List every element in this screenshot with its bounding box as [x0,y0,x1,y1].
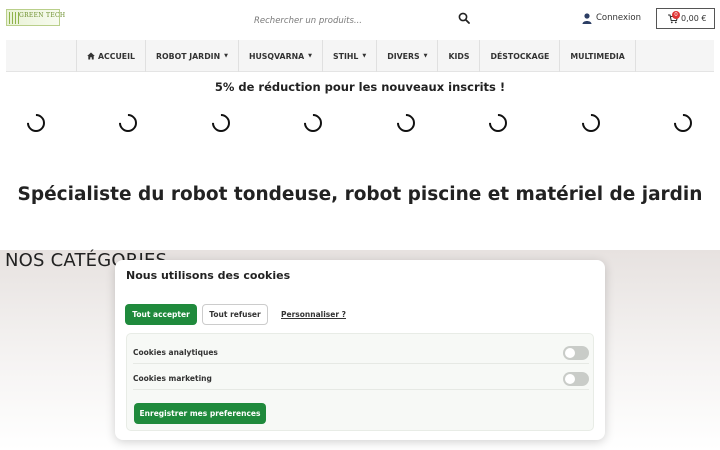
search-icon[interactable] [458,12,470,24]
caret-down-icon: ▼ [308,53,313,59]
refuse-all-button[interactable]: Tout refuser [202,304,268,325]
loading-spinner-icon [23,110,49,136]
cookie-option-label: Cookies marketing [133,374,212,383]
nav-item-robot-jardin[interactable]: ROBOT JARDIN ▼ [145,40,238,72]
nav-label: MULTIMEDIA [570,51,625,61]
caret-down-icon: ▼ [224,53,228,59]
cart-count-badge: 0 [672,11,680,19]
loading-spinner-icon [208,110,234,136]
user-icon [582,12,592,24]
cookie-option-marketing: Cookies marketing [133,368,589,390]
logo-text: GREEN TECH [19,12,66,19]
nav-item-accueil[interactable]: ACCUEIL [76,40,145,72]
search-input[interactable] [248,11,448,31]
loading-spinner-icon [670,110,696,136]
nav-item-multimedia[interactable]: MULTIMEDIA [559,40,636,72]
site-header: GREEN TECH Connexion 0 0,00 € [0,0,720,38]
nav-item-stihl[interactable]: STIHL ▼ [322,40,376,72]
accept-all-button[interactable]: Tout accepter [125,304,197,325]
nav-label: DIVERS [387,51,420,61]
caret-down-icon: ▼ [423,53,428,59]
nav-label: ACCUEIL [98,51,136,61]
loading-spinner-icon [485,110,511,136]
logo-forest-icon [9,12,19,24]
login-link[interactable]: Connexion [582,11,641,25]
brand-carousel [0,110,720,136]
loading-spinner-icon [578,110,604,136]
cookie-option-label: Cookies analytiques [133,348,218,357]
nav-item-divers[interactable]: DIVERS ▼ [376,40,437,72]
nav-label: DÉSTOCKAGE [490,51,550,61]
cookie-title: Nous utilisons des cookies [126,269,291,282]
cookie-consent-dialog: Nous utilisons des cookies Tout accepter… [115,260,605,440]
search-bar [248,8,474,31]
cookie-preferences-panel: Cookies analytiques Cookies marketing En… [126,333,594,431]
logo[interactable]: GREEN TECH [6,9,65,26]
page-headline: Spécialiste du robot tondeuse, robot pis… [17,184,703,205]
nav-item-husqvarna[interactable]: HUSQVARNA ▼ [237,40,322,72]
customize-link[interactable]: Personnaliser ? [281,310,346,319]
nav-label: ROBOT JARDIN [156,51,221,61]
analytics-toggle[interactable] [563,345,589,360]
loading-spinner-icon [393,110,419,136]
login-label: Connexion [596,13,641,23]
home-icon [87,52,95,60]
nav-item-destockage[interactable]: DÉSTOCKAGE [479,40,559,72]
nav-item-kids[interactable]: KIDS [437,40,479,72]
nav-label: KIDS [448,51,470,61]
marketing-toggle[interactable] [563,371,589,386]
nav-label: HUSQVARNA [248,51,305,61]
promo-banner: 5% de réduction pour les nouveaux inscri… [214,80,506,94]
loading-spinner-icon [300,110,326,136]
caret-down-icon: ▼ [362,53,367,59]
cookie-option-analytics: Cookies analytiques [133,342,589,364]
loading-spinner-icon [115,110,141,136]
save-preferences-button[interactable]: Enregistrer mes preferences [134,403,266,424]
nav-label: STIHL [333,51,359,61]
cart-button[interactable]: 0 0,00 € [656,8,715,29]
cart-amount: 0,00 € [681,14,707,23]
main-nav: ACCUEIL ROBOT JARDIN ▼ HUSQVARNA ▼ STIHL… [6,40,714,72]
